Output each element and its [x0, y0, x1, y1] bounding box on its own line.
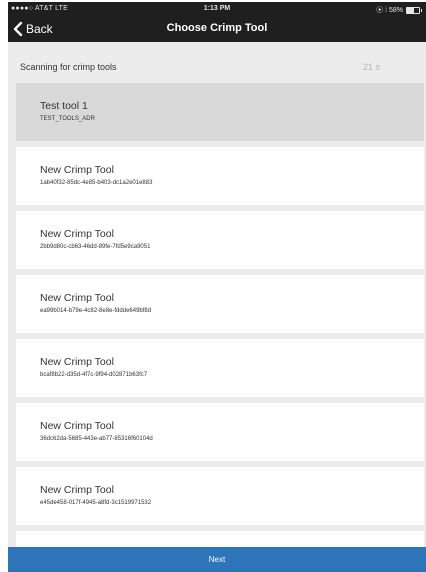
- status-time: 1:13 PM: [203, 5, 231, 12]
- battery-percent: ⦿ ⁞ 58%: [376, 7, 403, 14]
- tool-id: 36dc62da-5685-443e-ab77-85316f60104d: [40, 436, 153, 442]
- app-screen: ●●●●○ AT&T LTE 1:13 PM ⦿ ⁞ 58% Back Choo…: [8, 2, 426, 572]
- status-bar: ●●●●○ AT&T LTE 1:13 PM ⦿ ⁞ 58%: [8, 2, 426, 16]
- tool-name: New Crimp Tool: [40, 420, 114, 432]
- scan-timer: 21 s: [362, 62, 380, 72]
- tool-id: ea99b014-b79e-4c82-8e8e-fddde649bf8d: [40, 308, 152, 314]
- battery-icon: [406, 6, 422, 14]
- tool-id: 2bb9d80c-cb63-46dd-89fe-7fd5e9ca9051: [40, 244, 151, 250]
- tool-name: New Crimp Tool: [40, 484, 114, 496]
- tool-id: 1ab40f32-85dc-4e85-b403-dc1a2e01e883: [40, 180, 153, 186]
- tool-id: bcaf8b22-d35d-4f7c-9f94-d02871b63fc7: [40, 372, 148, 378]
- tool-id: TEST_TOOLS_ADR: [40, 116, 95, 122]
- next-button[interactable]: Next: [8, 547, 426, 572]
- tool-list-item[interactable]: Test tool 1 TEST_TOOLS_ADR: [16, 83, 424, 141]
- tool-list-item[interactable]: New Crimp Tool 36dc62da-5685-443e-ab77-8…: [16, 403, 424, 461]
- tool-name: New Crimp Tool: [40, 292, 114, 304]
- tool-list-item[interactable]: [16, 531, 424, 547]
- tool-list-container[interactable]: Scanning for crimp tools 21 s Test tool …: [8, 42, 426, 547]
- tool-list-item[interactable]: New Crimp Tool ea99b014-b79e-4c82-8e8e-f…: [16, 275, 424, 333]
- tool-name: Test tool 1: [40, 100, 88, 112]
- navigation-bar: Back Choose Crimp Tool: [8, 16, 426, 42]
- scan-status-label: Scanning for crimp tools: [20, 62, 117, 72]
- scan-status: Scanning for crimp tools 21 s: [20, 62, 414, 76]
- page-title: Choose Crimp Tool: [166, 22, 268, 34]
- tool-list-item[interactable]: New Crimp Tool 1ab40f32-85dc-4e85-b403-d…: [16, 147, 424, 205]
- tool-list-item[interactable]: New Crimp Tool e45de458-017f-4945-a8fd-3…: [16, 467, 424, 525]
- tool-name: New Crimp Tool: [40, 228, 114, 240]
- status-right: ⦿ ⁞ 58%: [376, 5, 422, 15]
- tool-list-item[interactable]: New Crimp Tool 2bb9d80c-cb63-46dd-89fe-7…: [16, 211, 424, 269]
- tool-name: New Crimp Tool: [40, 356, 114, 368]
- tool-list-item[interactable]: New Crimp Tool bcaf8b22-d35d-4f7c-9f94-d…: [16, 339, 424, 397]
- tool-name: New Crimp Tool: [40, 164, 114, 176]
- tool-id: e45de458-017f-4945-a8fd-3c1519971532: [40, 500, 152, 506]
